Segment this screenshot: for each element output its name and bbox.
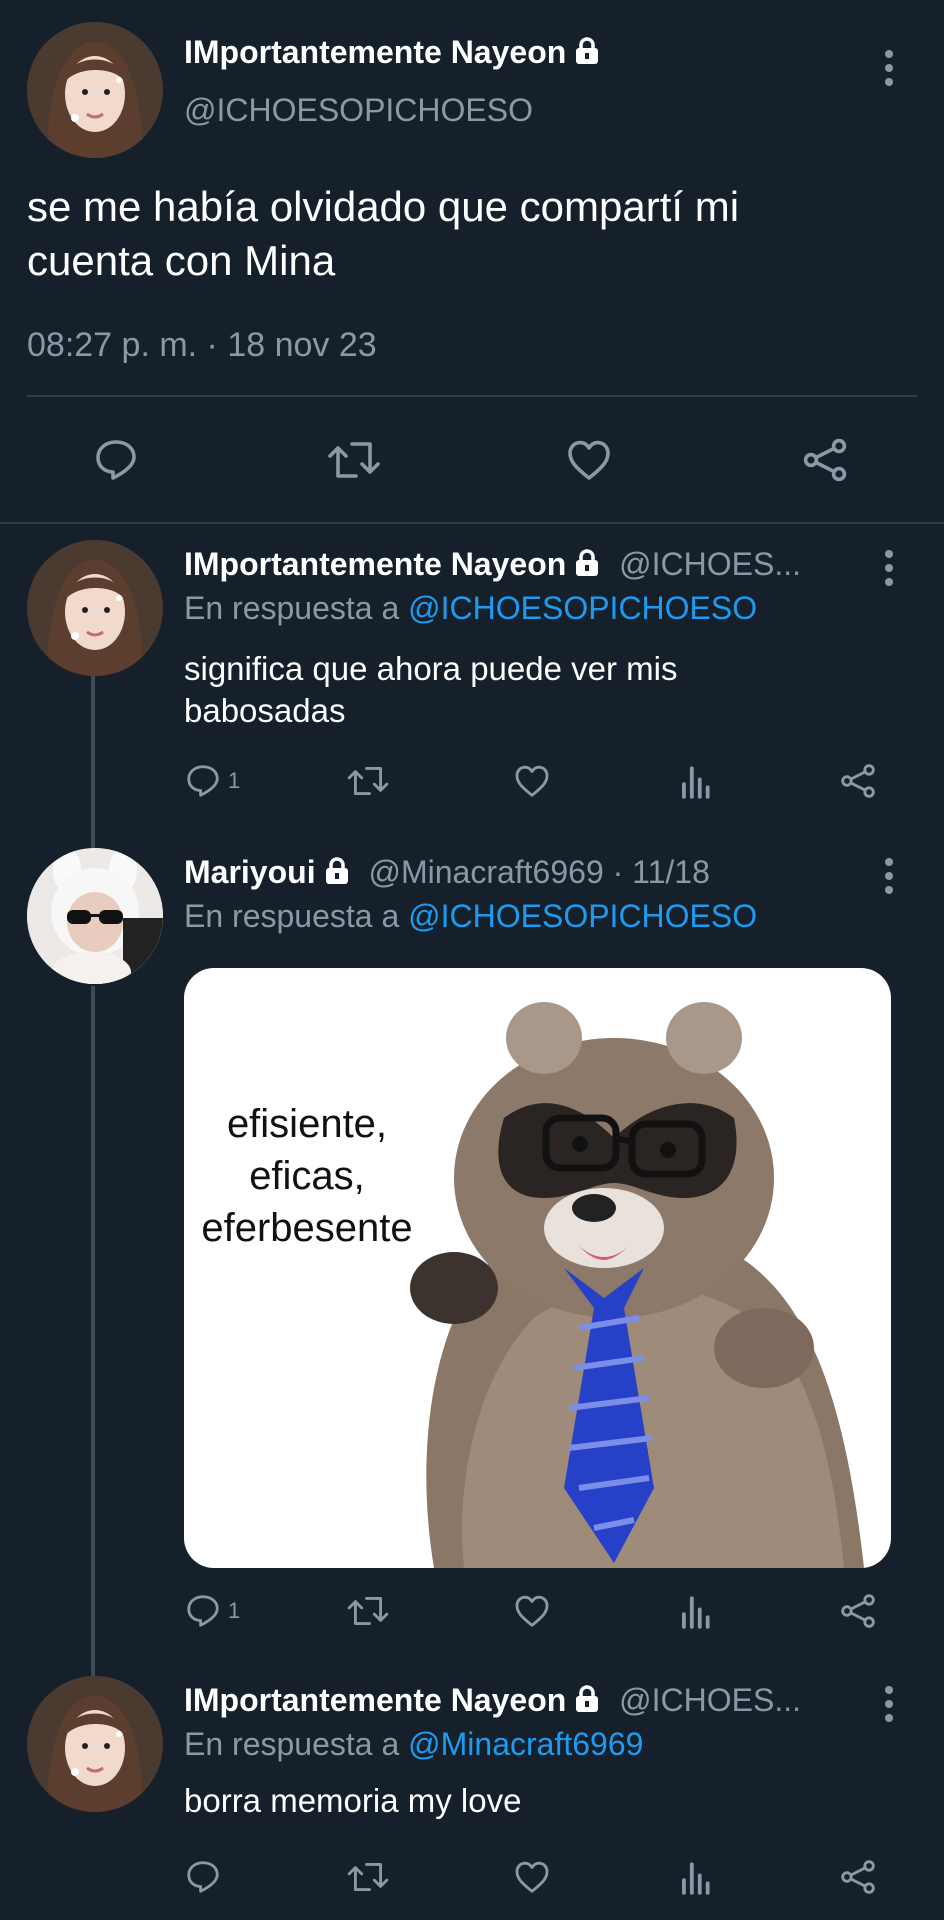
views-icon (682, 1596, 710, 1629)
more-icon[interactable] (883, 50, 895, 92)
meme-text-line: eficas, (249, 1154, 365, 1198)
retweet-icon (347, 767, 389, 795)
like-button[interactable] (512, 762, 552, 800)
media-image[interactable]: efisiente, eficas, eferbesente (184, 968, 891, 1568)
share-icon (841, 1860, 875, 1894)
views-button[interactable] (678, 1592, 712, 1630)
share-button[interactable] (800, 436, 850, 484)
retweet-icon (328, 442, 380, 478)
divider (27, 395, 917, 397)
more-icon[interactable] (883, 1686, 895, 1728)
like-icon (515, 765, 549, 797)
views-button[interactable] (678, 1858, 712, 1896)
like-button[interactable] (564, 436, 614, 484)
reply-icon (187, 1861, 219, 1893)
like-button[interactable] (512, 1592, 552, 1630)
reply-to-link[interactable]: @ICHOESOPICHOESO (408, 590, 757, 626)
avatar-image (27, 22, 163, 158)
reply-icon (187, 1595, 219, 1627)
like-icon (568, 440, 610, 480)
thread-line (91, 986, 95, 1676)
share-icon (841, 1594, 875, 1628)
retweet-button[interactable] (326, 436, 382, 484)
like-icon (515, 1861, 549, 1893)
more-icon[interactable] (883, 550, 895, 592)
reply-to-link[interactable]: @ICHOESOPICHOESO (408, 898, 757, 934)
avatar-image (27, 1676, 163, 1812)
share-icon (841, 764, 875, 798)
like-icon (515, 1595, 549, 1627)
reply-count: 1 (228, 768, 241, 793)
avatar[interactable] (27, 22, 163, 158)
avatar-image (27, 540, 163, 676)
thread-line (91, 676, 95, 848)
share-button[interactable] (838, 1592, 878, 1630)
reply-context-label: En respuesta a (184, 590, 400, 626)
retweet-icon (347, 1597, 389, 1625)
retweet-button[interactable] (346, 1592, 390, 1630)
views-icon (682, 1862, 710, 1895)
reply-icon (187, 765, 219, 797)
retweet-button[interactable] (346, 1858, 390, 1896)
tweet-text: se me había olvidado que compartí mi (27, 183, 740, 230)
reply-to-link[interactable]: @Minacraft6969 (408, 1726, 643, 1762)
reply-button[interactable] (92, 436, 140, 484)
display-name[interactable]: Mariyoui (184, 854, 316, 890)
reply-text-cont: babosadas (184, 692, 346, 729)
retweet-button[interactable] (346, 762, 390, 800)
lock-icon (576, 1685, 599, 1712)
display-name[interactable]: IMportantemente Nayeon (184, 546, 566, 582)
handle[interactable]: @ICHOES... (619, 546, 801, 582)
reply-context-label: En respuesta a (184, 1726, 400, 1762)
tweet-text-cont: cuenta con Mina (27, 237, 336, 284)
handle[interactable]: @Minacraft6969 · 11/18 (368, 854, 709, 890)
share-button[interactable] (838, 1858, 878, 1896)
lock-icon (576, 549, 599, 576)
display-name[interactable]: IMportantemente Nayeon (184, 1682, 566, 1718)
reply-button[interactable] (184, 1858, 222, 1896)
lock-icon (576, 37, 599, 64)
meme-text-line: efisiente, (226, 1102, 388, 1146)
reply-button[interactable]: 1 (184, 1592, 240, 1630)
meme-text-line: eferbesente (201, 1206, 413, 1250)
avatar[interactable] (27, 1676, 163, 1812)
avatar-image (27, 848, 163, 984)
reply-button[interactable]: 1 (184, 762, 240, 800)
avatar[interactable] (27, 848, 163, 984)
lock-icon (325, 857, 348, 884)
views-icon (682, 766, 710, 799)
reply-text: significa que ahora puede ver mis (184, 650, 678, 687)
reply-count: 1 (228, 1598, 241, 1623)
share-icon (803, 438, 847, 482)
views-button[interactable] (678, 762, 712, 800)
section-divider (0, 522, 944, 524)
reply-context-label: En respuesta a (184, 898, 400, 934)
more-icon[interactable] (883, 858, 895, 900)
raccoon-illustration (410, 1002, 864, 1568)
display-name[interactable]: IMportantemente Nayeon (184, 34, 566, 70)
reply-text: borra memoria my love (184, 1782, 522, 1819)
tweet-timestamp: 08:27 p. m. · 18 nov 23 (27, 326, 377, 364)
retweet-icon (347, 1863, 389, 1891)
share-button[interactable] (838, 762, 878, 800)
handle[interactable]: @ICHOES... (619, 1682, 801, 1718)
like-button[interactable] (512, 1858, 552, 1896)
avatar[interactable] (27, 540, 163, 676)
reply-icon (96, 440, 136, 480)
handle[interactable]: @ICHOESOPICHOESO (184, 92, 533, 129)
